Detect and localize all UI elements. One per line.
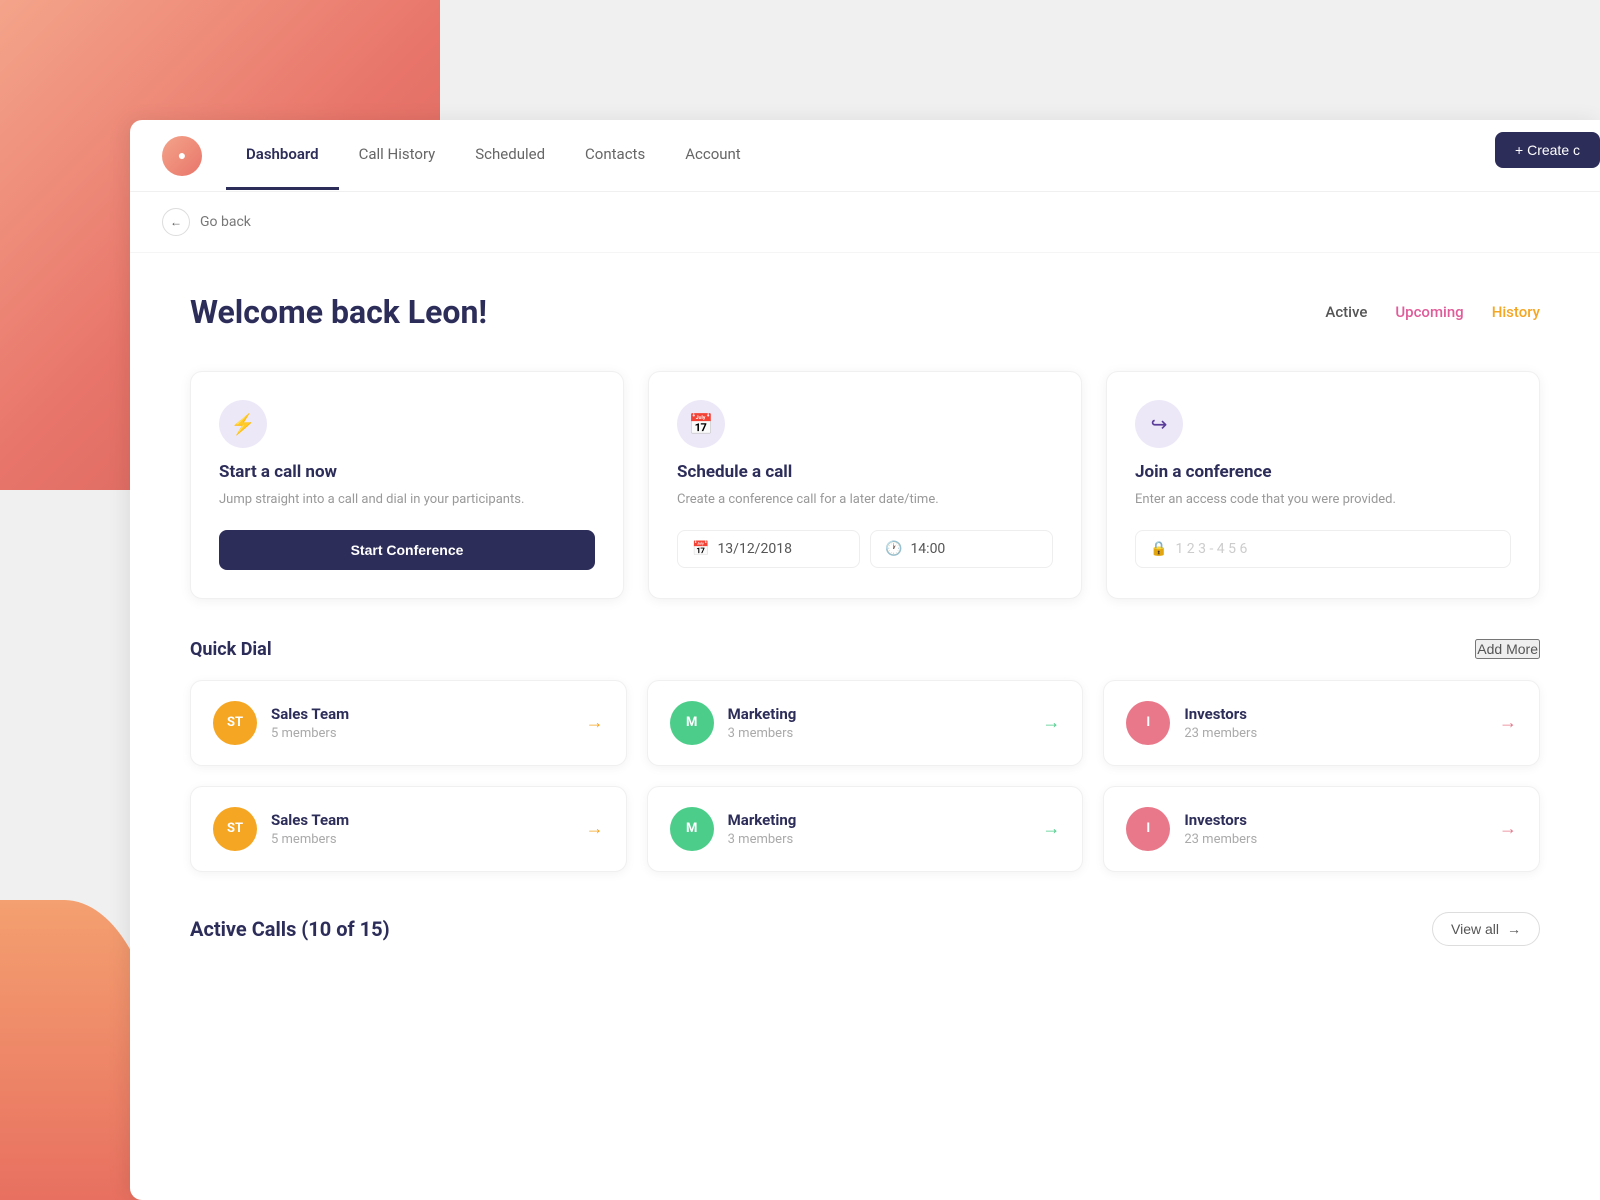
welcome-title: Welcome back Leon! (190, 293, 487, 331)
date-value: 13/12/2018 (717, 541, 792, 557)
action-cards: ⚡ Start a call now Jump straight into a … (190, 371, 1540, 599)
dial-members-i1: 23 members (1184, 726, 1485, 741)
logo-icon: ● (178, 147, 186, 164)
start-call-title: Start a call now (219, 462, 595, 482)
dial-info-m2: Marketing 3 members (728, 811, 1029, 847)
nav-bar: ● Dashboard Call History Scheduled Conta… (130, 120, 1600, 192)
access-code-placeholder: 1 2 3 - 4 5 6 (1175, 541, 1247, 557)
clock-icon: 🕐 (885, 541, 902, 557)
filter-tabs: Active Upcoming History (1325, 303, 1540, 321)
calendar-icon: 📅 (692, 541, 709, 557)
dial-name-i2: Investors (1184, 811, 1485, 829)
access-code-input[interactable]: 🔒 1 2 3 - 4 5 6 (1135, 530, 1511, 568)
date-input[interactable]: 📅 13/12/2018 (677, 530, 860, 568)
dial-info-m1: Marketing 3 members (728, 705, 1029, 741)
dial-arrow-st1: → (586, 712, 604, 733)
time-input[interactable]: 🕐 14:00 (870, 530, 1053, 568)
dial-avatar-m2: M (670, 807, 714, 851)
quick-dial-grid: ST Sales Team 5 members → M Marketing 3 … (190, 680, 1540, 872)
active-calls-header: Active Calls (10 of 15) View all → (190, 912, 1540, 946)
dial-members-m2: 3 members (728, 832, 1029, 847)
nav-tab-scheduled[interactable]: Scheduled (455, 121, 565, 190)
lock-icon: 🔒 (1150, 541, 1167, 557)
filter-tab-active[interactable]: Active (1325, 303, 1367, 321)
view-all-arrow-icon: → (1507, 921, 1521, 937)
join-conference-title: Join a conference (1135, 462, 1511, 482)
dial-info-i1: Investors 23 members (1184, 705, 1485, 741)
nav-tab-account[interactable]: Account (665, 121, 761, 190)
nav-tab-contacts[interactable]: Contacts (565, 121, 665, 190)
nav-tab-call-history[interactable]: Call History (339, 121, 456, 190)
start-call-icon: ⚡ (219, 400, 267, 448)
dial-name-m1: Marketing (728, 705, 1029, 723)
dial-arrow-m1: → (1042, 712, 1060, 733)
dial-name-i1: Investors (1184, 705, 1485, 723)
back-arrow-button[interactable]: ← (162, 208, 190, 236)
dial-arrow-i1: → (1499, 712, 1517, 733)
dial-card-marketing-1[interactable]: M Marketing 3 members → (647, 680, 1084, 766)
add-more-button[interactable]: Add More (1475, 639, 1540, 659)
view-all-label: View all (1451, 921, 1499, 937)
filter-tab-history[interactable]: History (1492, 303, 1540, 321)
start-conference-button[interactable]: Start Conference (219, 530, 595, 570)
dial-members-i2: 23 members (1184, 832, 1485, 847)
quick-dial-header: Quick Dial Add More (190, 639, 1540, 660)
create-button[interactable]: + Create c (1495, 132, 1600, 168)
dial-card-sales-team-1[interactable]: ST Sales Team 5 members → (190, 680, 627, 766)
dial-arrow-m2: → (1042, 818, 1060, 839)
schedule-call-card: 📅 Schedule a call Create a conference ca… (648, 371, 1082, 599)
dial-avatar-st1: ST (213, 701, 257, 745)
header-row: Welcome back Leon! Active Upcoming Histo… (190, 293, 1540, 331)
dial-card-investors-2[interactable]: I Investors 23 members → (1103, 786, 1540, 872)
active-calls-title: Active Calls (10 of 15) (190, 917, 390, 941)
active-calls-section: Active Calls (10 of 15) View all → (190, 912, 1540, 946)
dial-members-m1: 3 members (728, 726, 1029, 741)
app-container: ● Dashboard Call History Scheduled Conta… (130, 120, 1600, 1200)
back-nav-text: Go back (200, 214, 251, 230)
schedule-call-icon: 📅 (677, 400, 725, 448)
filter-tab-upcoming[interactable]: Upcoming (1395, 303, 1463, 321)
dial-card-marketing-2[interactable]: M Marketing 3 members → (647, 786, 1084, 872)
view-all-button[interactable]: View all → (1432, 912, 1540, 946)
dial-name-st2: Sales Team (271, 811, 572, 829)
dial-info-i2: Investors 23 members (1184, 811, 1485, 847)
nav-tab-dashboard[interactable]: Dashboard (226, 121, 339, 190)
start-call-desc: Jump straight into a call and dial in yo… (219, 490, 595, 510)
main-content: Welcome back Leon! Active Upcoming Histo… (130, 253, 1600, 986)
nav-logo: ● (162, 136, 202, 176)
dial-name-st1: Sales Team (271, 705, 572, 723)
dial-avatar-st2: ST (213, 807, 257, 851)
back-nav: ← Go back (130, 192, 1600, 253)
schedule-call-title: Schedule a call (677, 462, 1053, 482)
dial-members-st1: 5 members (271, 726, 572, 741)
dial-info-st1: Sales Team 5 members (271, 705, 572, 741)
nav-right: Howd + Create c (1529, 147, 1568, 165)
quick-dial-title: Quick Dial (190, 639, 272, 660)
dial-info-st2: Sales Team 5 members (271, 811, 572, 847)
time-value: 14:00 (910, 541, 945, 557)
schedule-call-desc: Create a conference call for a later dat… (677, 490, 1053, 510)
schedule-inputs: 📅 13/12/2018 🕐 14:00 (677, 530, 1053, 568)
dial-card-investors-1[interactable]: I Investors 23 members → (1103, 680, 1540, 766)
dial-name-m2: Marketing (728, 811, 1029, 829)
dial-avatar-i2: I (1126, 807, 1170, 851)
join-conference-desc: Enter an access code that you were provi… (1135, 490, 1511, 510)
dial-avatar-i1: I (1126, 701, 1170, 745)
dial-card-sales-team-2[interactable]: ST Sales Team 5 members → (190, 786, 627, 872)
dial-arrow-st2: → (586, 818, 604, 839)
dial-arrow-i2: → (1499, 818, 1517, 839)
nav-tabs: Dashboard Call History Scheduled Contact… (226, 121, 1529, 190)
dial-members-st2: 5 members (271, 832, 572, 847)
join-conference-icon: ↪ (1135, 400, 1183, 448)
start-call-card: ⚡ Start a call now Jump straight into a … (190, 371, 624, 599)
join-conference-card: ↪ Join a conference Enter an access code… (1106, 371, 1540, 599)
dial-avatar-m1: M (670, 701, 714, 745)
